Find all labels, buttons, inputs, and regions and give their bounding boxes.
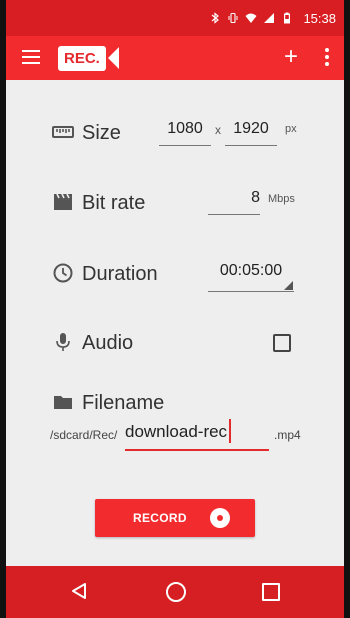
dropdown-corner-icon <box>284 281 293 290</box>
status-time: 15:38 <box>303 10 336 26</box>
bitrate-label: Bit rate <box>82 192 146 214</box>
filename-label: Filename <box>82 392 165 414</box>
app-bar: REC. + <box>6 36 344 80</box>
filename-input[interactable]: download-rec <box>125 418 269 451</box>
bitrate-underline <box>208 214 260 215</box>
audio-checkbox[interactable] <box>273 334 291 352</box>
filename-extension: .mp4 <box>274 428 301 442</box>
duration-underline <box>208 291 294 292</box>
filename-path: /sdcard/Rec/ <box>50 428 118 442</box>
clock-icon <box>53 263 73 283</box>
duration-label: Duration <box>82 263 158 285</box>
wifi-icon <box>245 13 257 23</box>
recent-apps-icon[interactable] <box>262 583 280 601</box>
folder-icon <box>54 396 72 409</box>
signal-icon <box>264 13 275 23</box>
menu-icon[interactable] <box>22 50 40 64</box>
record-button[interactable]: RECORD <box>95 499 255 537</box>
size-width-input[interactable]: 1080 <box>159 120 211 138</box>
bitrate-input[interactable]: 8 <box>208 189 260 207</box>
add-icon[interactable]: + <box>280 45 302 69</box>
logo-text: REC. <box>58 45 106 71</box>
duration-value: 00:05:00 <box>219 262 283 279</box>
home-icon[interactable] <box>166 582 186 602</box>
microphone-icon <box>56 333 70 351</box>
vibrate-icon <box>228 12 238 24</box>
size-width-underline <box>159 145 211 146</box>
filename-value: download-rec <box>125 422 228 441</box>
filename-underline <box>125 449 269 451</box>
bluetooth-icon <box>212 12 220 24</box>
audio-label: Audio <box>82 332 134 354</box>
phone-screen: 15:38 REC. + Size 1080 x 1920 px Bit rat… <box>6 0 344 618</box>
bitrate-unit: Mbps <box>268 193 295 205</box>
size-label: Size <box>82 122 121 144</box>
navigation-bar <box>6 566 344 618</box>
record-button-label: RECORD <box>133 511 187 525</box>
camera-icon <box>107 47 119 69</box>
text-cursor <box>229 419 231 443</box>
status-bar: 15:38 <box>6 0 344 36</box>
size-height-underline <box>225 145 277 146</box>
battery-icon <box>284 12 291 24</box>
more-options-icon[interactable] <box>324 48 330 68</box>
back-icon[interactable] <box>70 582 88 600</box>
size-unit: px <box>285 123 297 135</box>
duration-dropdown[interactable]: 00:05:00 <box>208 258 294 292</box>
size-height-input[interactable]: 1920 <box>225 120 277 138</box>
ruler-icon <box>52 126 74 138</box>
record-icon <box>210 508 230 528</box>
clapperboard-icon <box>54 193 72 210</box>
app-logo: REC. <box>58 44 119 72</box>
size-separator: x <box>215 123 221 137</box>
